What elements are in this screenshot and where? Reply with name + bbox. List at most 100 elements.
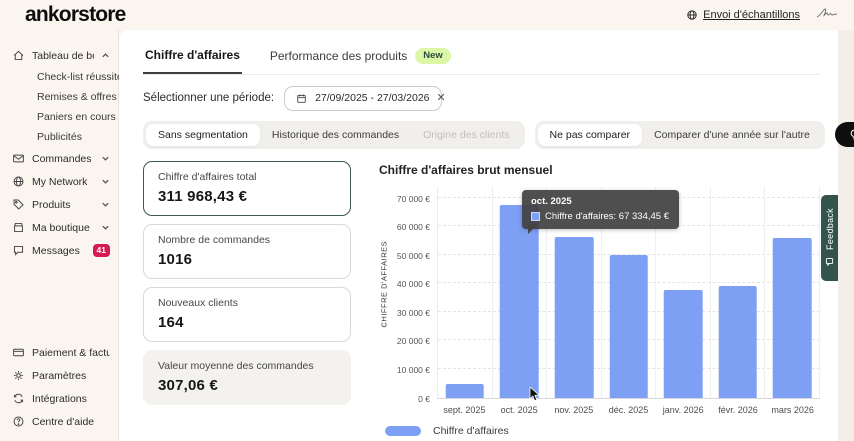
bar-fevr-2026[interactable] [718,286,757,397]
samples-link[interactable]: Envoi d'échantillons [685,9,800,22]
top-header: ankorstore Envoi d'échantillons [0,0,854,30]
sidebar-item-label: Paramètres [32,370,110,382]
sidebar-item-label: My Network [32,176,94,188]
segment-historique-des-commandes[interactable]: Historique des commandes [260,124,411,146]
page-body: Tableau de bordCheck-list réussiteRemise… [0,30,854,441]
y-tick: 50 000 € [397,251,430,261]
feedback-tab[interactable]: Feedback [821,195,838,281]
bar-sept-2025[interactable] [446,384,485,398]
stat-card-nouveaux-clients[interactable]: Nouveaux clients164 [143,287,351,342]
globe-icon [12,175,25,188]
y-tick: 40 000 € [397,279,430,289]
bar-dec-2025[interactable] [609,255,648,398]
sidebar-item-label: Messages [32,245,86,257]
calendar-icon [295,92,308,105]
right-margin-strip [838,30,854,441]
conseils-button[interactable]: Conseils [835,122,854,147]
bar-janv-2026[interactable] [664,290,703,397]
y-axis-ticks: 0 €10 000 €20 000 €30 000 €40 000 €50 00… [391,187,437,399]
legend-label: Chiffre d'affaires [433,425,509,437]
stat-card-value: 307,06 € [158,377,336,394]
sidebar-item-tableau-de-bord[interactable]: Tableau de bord [0,44,118,67]
sidebar-item-commandes[interactable]: Commandes [0,147,118,170]
bar-nov-2025[interactable] [555,237,594,398]
compare-ne-pas-comparer[interactable]: Ne pas comparer [538,124,643,146]
segment-origine-des-clients: Origine des clients [411,124,521,146]
sidebar-subitem-paniers-en-cours[interactable]: Paniers en cours [0,107,118,127]
tab-label: Performance des produits [270,49,407,63]
stat-card-label: Chiffre d'affaires total [158,171,336,183]
sidebar-item-label: Produits [32,199,94,211]
sidebar-item-integrations[interactable]: Intégrations [0,387,118,410]
stat-card-chiffre-d-affaires-total[interactable]: Chiffre d'affaires total 311 968,43 € [143,161,351,216]
stat-card-nombre-de-commandes[interactable]: Nombre de commandes1016 [143,224,351,279]
sidebar-item-label: Intégrations [32,393,110,405]
x-axis-labels: sept. 2025oct. 2025nov. 2025déc. 2025jan… [437,399,820,415]
tab-performance-des-produits[interactable]: Performance des produits New [268,44,453,74]
chart-slot-dec-2025 [602,187,657,398]
home-icon [12,49,25,62]
period-row: Sélectionner une période: 27/09/2025 - 2… [143,86,820,111]
x-label-fevr-2026: févr. 2026 [711,399,766,415]
clear-date-icon[interactable]: ✕ [437,93,446,104]
tab-chiffre-d-affaires[interactable]: Chiffre d'affaires [143,44,242,74]
sidebar-item-paiement-facturation[interactable]: Paiement & facturation [0,341,118,364]
feedback-chat-icon [823,255,836,268]
chart-slot-nov-2025 [547,187,602,398]
y-tick: 60 000 € [397,222,430,232]
y-tick: 0 € [418,394,430,404]
chevron-down-icon [101,177,110,186]
bar-mars-2026[interactable] [773,238,812,398]
segmentation-toggle-group: Sans segmentationHistorique des commande… [143,121,525,149]
sidebar-item-parametres[interactable]: Paramètres [0,364,118,387]
chart-slot-fevr-2026 [711,187,766,398]
compare-toggle-group: Ne pas comparerComparer d'une année sur … [535,121,825,149]
stat-card-valeur-moyenne-des-commandes[interactable]: Valeur moyenne des commandes307,06 € [143,350,351,405]
sidebar-bottom-nav: Paiement & facturation Paramètres Intégrat… [0,341,118,433]
sidebar-subitem-publicites[interactable]: Publicités [0,127,118,147]
header-right: Envoi d'échantillons [685,6,840,25]
bar-oct-2025[interactable] [500,205,539,397]
chart-legend: Chiffre d'affaires [385,425,820,437]
signature-scribble-icon [814,6,840,25]
stat-card-label: Nombre de commandes [158,234,336,246]
sidebar-subitem-remises-offres[interactable]: Remises & offres [0,87,118,107]
sidebar-spacer [0,262,118,341]
chevron-down-icon [101,154,110,163]
y-tick: 30 000 € [397,308,430,318]
segment-sans-segmentation[interactable]: Sans segmentation [146,124,260,146]
sidebar-subitem-check-list-reussite[interactable]: Check-list réussite [0,67,118,87]
card-icon [12,346,25,359]
messages-badge: 41 [93,244,110,257]
x-label-oct-2025: oct. 2025 [492,399,547,415]
sidebar-item-ma-boutique[interactable]: Ma boutique [0,216,118,239]
stat-card-value: 311 968,43 € [158,188,336,205]
x-label-nov-2025: nov. 2025 [546,399,601,415]
store-icon [12,221,25,234]
tab-label: Chiffre d'affaires [145,48,240,62]
date-range-input[interactable]: 27/09/2025 - 27/03/2026 ✕ [284,86,442,111]
y-tick: 20 000 € [397,336,430,346]
help-icon [12,415,25,428]
dashboard-content: Chiffre d'affaires total 311 968,43 € Nomb… [143,161,820,437]
mail-icon [12,152,25,165]
stat-card-value: 164 [158,314,336,331]
sidebar-item-produits[interactable]: Produits [0,193,118,216]
legend-swatch [385,426,421,436]
chat-icon [12,244,25,257]
sync-icon [12,392,25,405]
bar-slots [438,187,820,398]
sidebar-item-label: Commandes [32,153,94,165]
new-badge: New [415,48,451,64]
sidebar-item-centre-d-aide[interactable]: Centre d'aide [0,410,118,433]
compare-comparer-d-une-annee-sur-l-autre[interactable]: Comparer d'une année sur l'autre [642,124,822,146]
x-label-mars-2026: mars 2026 [765,399,820,415]
controls-row: Sans segmentationHistorique des commande… [143,121,820,149]
stats-column: Chiffre d'affaires total 311 968,43 € Nomb… [143,161,351,437]
sidebar-item-label: Centre d'aide [32,416,110,428]
period-label: Sélectionner une période: [143,92,274,104]
samples-link-label: Envoi d'échantillons [703,9,800,21]
chart-slot-oct-2025 [493,187,548,398]
sidebar-item-messages[interactable]: Messages 41 [0,239,118,262]
sidebar-item-my-network[interactable]: My Network [0,170,118,193]
